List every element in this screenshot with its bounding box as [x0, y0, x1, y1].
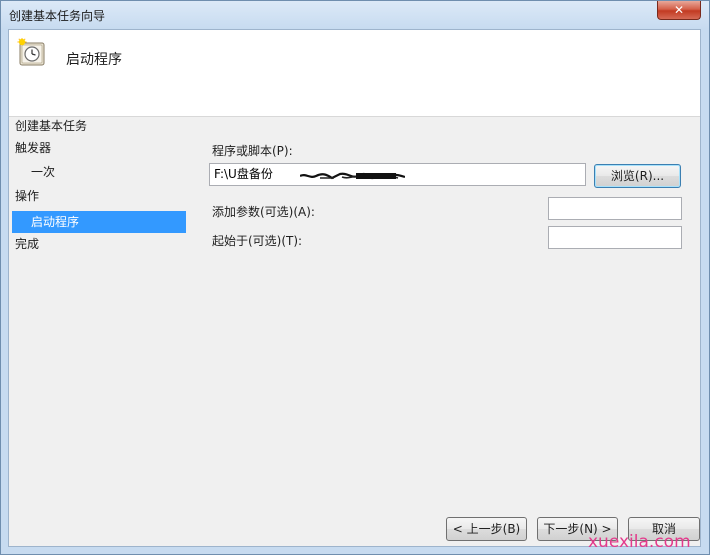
redaction-scribble	[300, 172, 405, 180]
browse-button[interactable]: 浏览(R)...	[594, 164, 681, 188]
wizard-header: 启动程序	[9, 30, 700, 117]
nav-item-once[interactable]: 一次	[12, 161, 186, 183]
close-button[interactable]: ✕	[657, 1, 701, 20]
program-input-value: F:\U盘备份	[214, 167, 273, 181]
page-title: 启动程序	[66, 52, 122, 68]
nav-item-trigger[interactable]: 触发器	[12, 137, 186, 159]
start-in-label: 起始于(可选)(T):	[212, 234, 303, 248]
start-in-input[interactable]	[548, 226, 682, 249]
wizard-client-area: 启动程序 创建基本任务 触发器 一次 操作 启动程序 完成 程序或脚本(P): …	[8, 29, 701, 547]
nav-item-label: 操作	[15, 189, 40, 203]
args-label: 添加参数(可选)(A):	[212, 205, 315, 219]
args-input[interactable]	[548, 197, 682, 220]
nav-item-finish[interactable]: 完成	[12, 233, 186, 255]
back-button[interactable]: < 上一步(B)	[446, 517, 527, 541]
wizard-window: 创建基本任务向导 ✕ 启动程序 创建基本任务 触发器 一次 操作 启动程序 完成…	[0, 0, 710, 555]
program-input[interactable]: F:\U盘备份	[209, 163, 586, 186]
nav-heading: 创建基本任务	[15, 119, 88, 133]
watermark-text: xuexila.com	[588, 532, 691, 552]
program-label: 程序或脚本(P):	[212, 144, 293, 158]
close-icon: ✕	[673, 3, 685, 17]
nav-item-label: 启动程序	[31, 215, 80, 229]
task-clock-icon	[17, 38, 45, 66]
nav-item-label: 一次	[31, 165, 56, 179]
window-title: 创建基本任务向导	[9, 9, 106, 23]
nav-item-action[interactable]: 操作	[12, 185, 186, 207]
nav-item-start-program[interactable]: 启动程序	[12, 211, 186, 233]
title-bar[interactable]: 创建基本任务向导 ✕	[1, 1, 709, 29]
nav-item-label: 完成	[15, 237, 40, 251]
nav-item-label: 触发器	[15, 141, 52, 155]
